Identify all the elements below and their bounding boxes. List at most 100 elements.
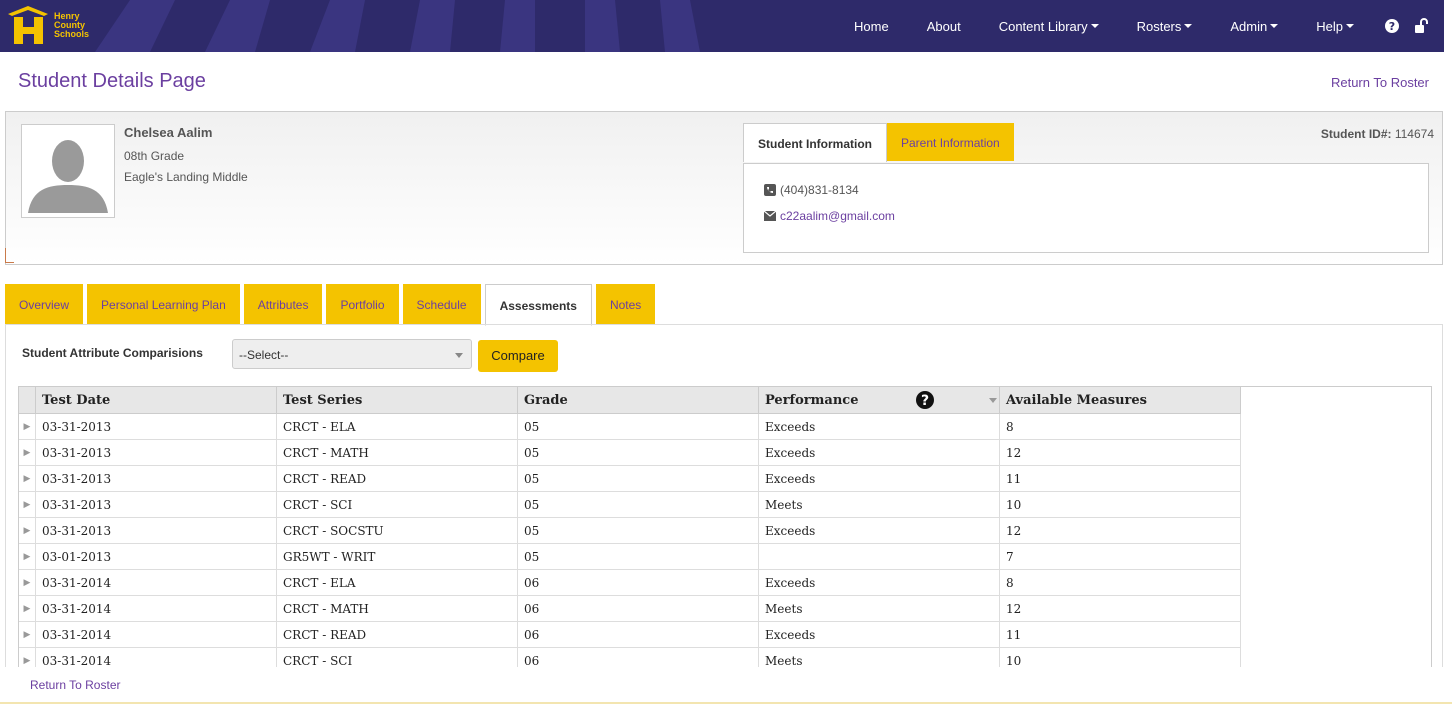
nav-home[interactable]: Home bbox=[854, 19, 889, 34]
table-row[interactable]: ▶ 03-31-2013 CRCT - MATH 05 Exceeds 12 bbox=[19, 439, 1241, 466]
tab-portfolio[interactable]: Portfolio bbox=[326, 284, 399, 324]
nav-about[interactable]: About bbox=[927, 19, 961, 34]
column-header-available-measures[interactable]: Available Measures bbox=[999, 387, 1241, 414]
attribute-select[interactable]: --Select-- bbox=[232, 339, 472, 369]
envelope-icon bbox=[764, 211, 776, 221]
column-menu-icon[interactable] bbox=[989, 398, 997, 403]
table-row[interactable]: ▶ 03-31-2013 CRCT - ELA 05 Exceeds 8 bbox=[19, 413, 1241, 440]
expand-row-icon[interactable]: ▶ bbox=[19, 439, 36, 466]
tab-student-information[interactable]: Student Information bbox=[743, 123, 887, 162]
logo-h-mark bbox=[6, 4, 52, 46]
cell-test-series: CRCT - MATH bbox=[276, 439, 518, 466]
table-row[interactable]: ▶ 03-31-2014 CRCT - SCI 06 Meets 10 bbox=[19, 647, 1241, 667]
table-row[interactable]: ▶ 03-01-2013 GR5WT - WRIT 05 7 bbox=[19, 543, 1241, 570]
student-id: Student ID#: 114674 bbox=[1321, 127, 1434, 141]
tab-notes[interactable]: Notes bbox=[595, 284, 656, 324]
cell-available-measures: 12 bbox=[999, 517, 1241, 544]
avatar bbox=[21, 124, 115, 218]
nav-content-library[interactable]: Content Library bbox=[999, 19, 1099, 34]
cell-test-date: 03-01-2013 bbox=[35, 543, 277, 570]
cell-test-series: CRCT - SCI bbox=[276, 491, 518, 518]
nav-rosters[interactable]: Rosters bbox=[1137, 19, 1193, 34]
logo-line-3: Schools bbox=[54, 28, 90, 39]
chevron-down-icon bbox=[1090, 24, 1099, 28]
table-row[interactable]: ▶ 03-31-2014 CRCT - READ 06 Exceeds 11 bbox=[19, 621, 1241, 648]
compare-button[interactable]: Compare bbox=[478, 340, 558, 372]
nav-help[interactable]: Help bbox=[1316, 19, 1354, 34]
district-logo[interactable]: Henry County Schools bbox=[6, 4, 89, 46]
nav-home-label: Home bbox=[854, 18, 889, 34]
cell-available-measures: 8 bbox=[999, 569, 1241, 596]
column-header-test-series[interactable]: Test Series bbox=[276, 387, 518, 414]
table-row[interactable]: ▶ 03-31-2014 CRCT - ELA 06 Exceeds 8 bbox=[19, 569, 1241, 596]
chevron-down-icon bbox=[1346, 24, 1354, 28]
cell-grade: 06 bbox=[517, 621, 759, 648]
cell-test-date: 03-31-2013 bbox=[35, 517, 277, 544]
tab-personal-learning-plan[interactable]: Personal Learning Plan bbox=[87, 284, 240, 324]
cell-grade: 05 bbox=[517, 543, 759, 570]
attribute-select-value: --Select-- bbox=[239, 348, 289, 362]
page-title: Student Details Page bbox=[18, 70, 206, 92]
phone-line: (404)831-8134 bbox=[764, 183, 859, 197]
expand-row-icon[interactable]: ▶ bbox=[19, 569, 36, 596]
expand-row-icon[interactable]: ▶ bbox=[19, 595, 36, 622]
table-row[interactable]: ▶ 03-31-2014 CRCT - MATH 06 Meets 12 bbox=[19, 595, 1241, 622]
help-circle-icon[interactable]: ? bbox=[1384, 18, 1400, 34]
main-tabs: Overview Personal Learning Plan Attribut… bbox=[5, 284, 659, 326]
info-tabs: Student Information Parent Information bbox=[743, 123, 1014, 162]
cell-test-date: 03-31-2013 bbox=[35, 465, 277, 492]
table-row[interactable]: ▶ 03-31-2013 CRCT - READ 05 Exceeds 11 bbox=[19, 465, 1241, 492]
nav-rosters-label: Rosters bbox=[1136, 18, 1182, 34]
student-id-value: 114674 bbox=[1394, 127, 1434, 141]
tab-attributes[interactable]: Attributes bbox=[243, 284, 323, 324]
expand-row-icon[interactable]: ▶ bbox=[19, 621, 36, 648]
student-id-label: Student ID#: bbox=[1320, 127, 1392, 141]
expand-row-icon[interactable]: ▶ bbox=[19, 647, 36, 667]
cell-available-measures: 7 bbox=[999, 543, 1241, 570]
footer-return-to-roster-link[interactable]: Return To Roster bbox=[30, 678, 121, 692]
table-row[interactable]: ▶ 03-31-2013 CRCT - SOCSTU 05 Exceeds 12 bbox=[19, 517, 1241, 544]
nav-admin[interactable]: Admin bbox=[1230, 18, 1279, 34]
email-line: c22aalim@gmail.com bbox=[764, 209, 895, 223]
nav-admin-label: Admin bbox=[1230, 18, 1268, 34]
student-grade: 08th Grade bbox=[124, 149, 185, 163]
column-header-grade[interactable]: Grade bbox=[517, 387, 759, 414]
expand-row-icon[interactable]: ▶ bbox=[19, 465, 36, 492]
expand-row-icon[interactable]: ▶ bbox=[19, 543, 36, 570]
cell-available-measures: 12 bbox=[999, 595, 1241, 622]
cell-test-date: 03-31-2014 bbox=[35, 621, 277, 648]
cell-available-measures: 11 bbox=[999, 465, 1241, 492]
tab-schedule[interactable]: Schedule bbox=[402, 284, 481, 324]
cell-test-series: CRCT - READ bbox=[276, 621, 518, 648]
expand-row-icon[interactable]: ▶ bbox=[19, 491, 36, 518]
table-row[interactable]: ▶ 03-31-2013 CRCT - SCI 05 Meets 10 bbox=[19, 491, 1241, 518]
tab-assessments[interactable]: Assessments bbox=[484, 284, 592, 326]
help-circle-icon[interactable]: ? bbox=[915, 390, 935, 410]
cell-available-measures: 8 bbox=[999, 413, 1241, 440]
nav-content-library-label: Content Library bbox=[998, 18, 1088, 34]
student-email[interactable]: c22aalim@gmail.com bbox=[780, 209, 895, 223]
cell-test-series: CRCT - ELA bbox=[276, 569, 518, 596]
top-navbar: Henry County Schools Home About Content … bbox=[0, 0, 1444, 52]
expand-row-icon[interactable]: ▶ bbox=[19, 517, 36, 544]
cell-test-date: 03-31-2014 bbox=[35, 569, 277, 596]
cell-grade: 05 bbox=[517, 413, 759, 440]
cell-test-date: 03-31-2013 bbox=[35, 491, 277, 518]
cell-test-series: GR5WT - WRIT bbox=[276, 543, 518, 570]
return-to-roster-link[interactable]: Return To Roster bbox=[1331, 75, 1429, 90]
cell-test-series: CRCT - SOCSTU bbox=[276, 517, 518, 544]
cell-performance: Exceeds bbox=[758, 621, 1000, 648]
cell-performance: Meets bbox=[758, 595, 1000, 622]
student-name: Chelsea Aalim bbox=[124, 125, 213, 140]
cell-test-date: 03-31-2013 bbox=[35, 439, 277, 466]
column-header-performance[interactable]: Performance ? bbox=[758, 387, 1000, 414]
expand-row-icon[interactable]: ▶ bbox=[19, 413, 36, 440]
cell-performance: Exceeds bbox=[758, 439, 1000, 466]
tab-parent-information[interactable]: Parent Information bbox=[887, 123, 1014, 161]
cell-available-measures: 12 bbox=[999, 439, 1241, 466]
tab-overview[interactable]: Overview bbox=[5, 284, 84, 324]
cell-test-series: CRCT - SCI bbox=[276, 647, 518, 667]
column-header-test-date[interactable]: Test Date bbox=[35, 387, 277, 414]
unlock-icon[interactable] bbox=[1414, 18, 1430, 34]
assessments-table: Test Date Test Series Grade Performance … bbox=[19, 387, 1241, 667]
